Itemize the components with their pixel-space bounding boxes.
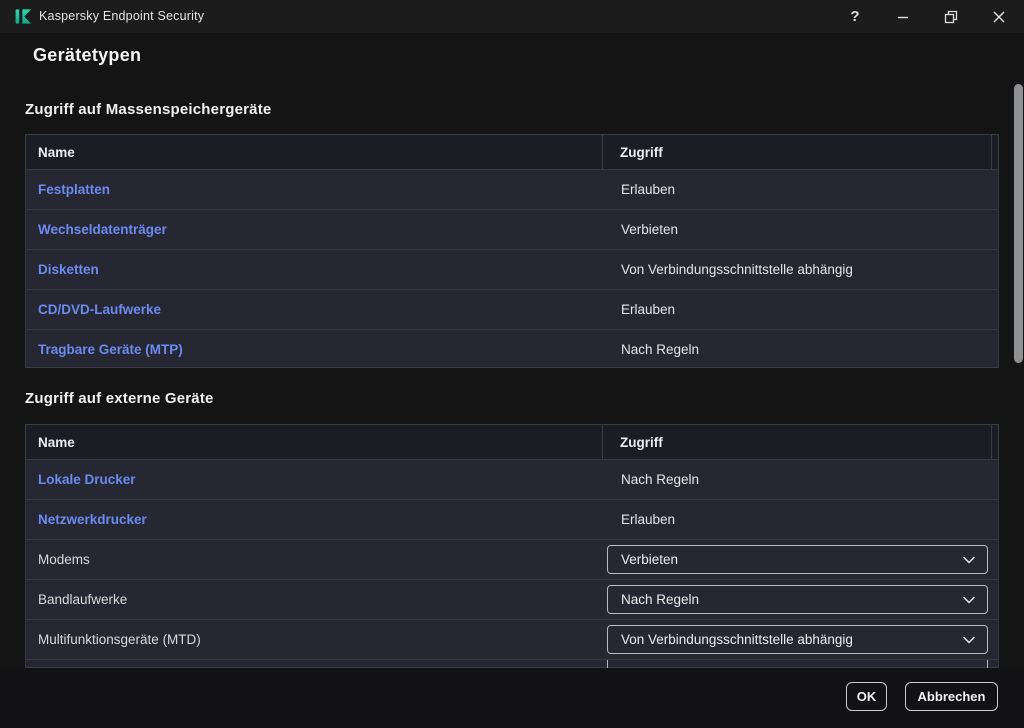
table-row: Bandlaufwerke Nach Regeln (26, 579, 998, 619)
restore-button[interactable] (935, 1, 967, 32)
minimize-icon (895, 9, 911, 25)
help-button[interactable]: ? (839, 1, 871, 32)
column-header-access: Zugriff (603, 425, 992, 459)
device-type-link[interactable]: Festplatten (38, 182, 110, 197)
window-title: Kaspersky Endpoint Security (39, 0, 204, 33)
table-row: Multifunktionsgeräte (MTD) Von Verbindun… (26, 619, 998, 659)
table-row: Netzwerkdrucker Erlauben (26, 499, 998, 539)
chevron-down-icon (963, 556, 975, 564)
column-header-name: Name (26, 425, 603, 459)
device-type-label: Bandlaufwerke (38, 592, 127, 607)
cancel-button[interactable]: Abbrechen (905, 682, 998, 711)
close-icon (991, 9, 1007, 25)
access-dropdown[interactable]: Nach Regeln (607, 585, 988, 614)
section-title-mass-storage: Zugriff auf Massenspeichergeräte (25, 101, 271, 118)
access-value: Erlauben (604, 170, 998, 209)
device-type-link[interactable]: Lokale Drucker (38, 472, 136, 487)
mass-storage-table: Name Zugriff Festplatten Erlauben Wechse… (25, 134, 999, 368)
dropdown-selected-value: Nach Regeln (621, 592, 963, 607)
access-dropdown[interactable]: Von Verbindungsschnittstelle abhängig (607, 625, 988, 654)
device-type-link[interactable]: Wechseldatenträger (38, 222, 167, 237)
kaspersky-window: Kaspersky Endpoint Security ? Gerätetype… (0, 0, 1024, 728)
access-value: Nach Regeln (604, 330, 998, 369)
minimize-button[interactable] (887, 1, 919, 32)
access-value: Nach Regeln (604, 460, 998, 499)
device-type-label: Multifunktionsgeräte (MTD) (38, 632, 201, 647)
device-type-link[interactable]: Tragbare Geräte (MTP) (38, 342, 183, 357)
access-value: Verbieten (604, 210, 998, 249)
table-row: Festplatten Erlauben (26, 169, 998, 209)
footer-bar: OK Abbrechen (0, 668, 1024, 728)
dropdown-selected-value: Von Verbindungsschnittstelle abhängig (621, 632, 963, 647)
access-dropdown[interactable]: Verbieten (607, 545, 988, 574)
table-header: Name Zugriff (26, 135, 998, 169)
table-row: Wechseldatenträger Verbieten (26, 209, 998, 249)
dropdown-selected-value: Verbieten (621, 552, 963, 567)
table-header: Name Zugriff (26, 425, 998, 459)
device-type-link[interactable]: Netzwerkdrucker (38, 512, 147, 527)
chevron-down-icon (963, 636, 975, 644)
section-title-external-devices: Zugriff auf externe Geräte (25, 390, 214, 407)
table-row: Lokale Drucker Nach Regeln (26, 459, 998, 499)
column-header-name: Name (26, 135, 603, 169)
restore-icon (943, 9, 959, 25)
table-row: Tragbare Geräte (MTP) Nach Regeln (26, 329, 998, 369)
kaspersky-logo-icon (14, 7, 33, 26)
column-header-access: Zugriff (603, 135, 992, 169)
table-row: Modems Verbieten (26, 539, 998, 579)
help-icon: ? (850, 8, 859, 25)
access-value: Erlauben (604, 500, 998, 539)
device-type-link[interactable]: CD/DVD-Laufwerke (38, 302, 161, 317)
table-row: CD/DVD-Laufwerke Erlauben (26, 289, 998, 329)
close-button[interactable] (983, 1, 1015, 32)
chevron-down-icon (963, 596, 975, 604)
page-title: Gerätetypen (33, 45, 141, 66)
device-type-label: Modems (38, 552, 90, 567)
access-value: Von Verbindungsschnittstelle abhängig (604, 250, 998, 289)
device-type-link[interactable]: Disketten (38, 262, 99, 277)
external-devices-table: Name Zugriff Lokale Drucker Nach Regeln … (25, 424, 999, 668)
access-value: Erlauben (604, 290, 998, 329)
titlebar: Kaspersky Endpoint Security ? (0, 0, 1024, 33)
ok-button[interactable]: OK (846, 682, 887, 711)
table-row: Disketten Von Verbindungsschnittstelle a… (26, 249, 998, 289)
vertical-scrollbar-thumb[interactable] (1014, 84, 1023, 363)
